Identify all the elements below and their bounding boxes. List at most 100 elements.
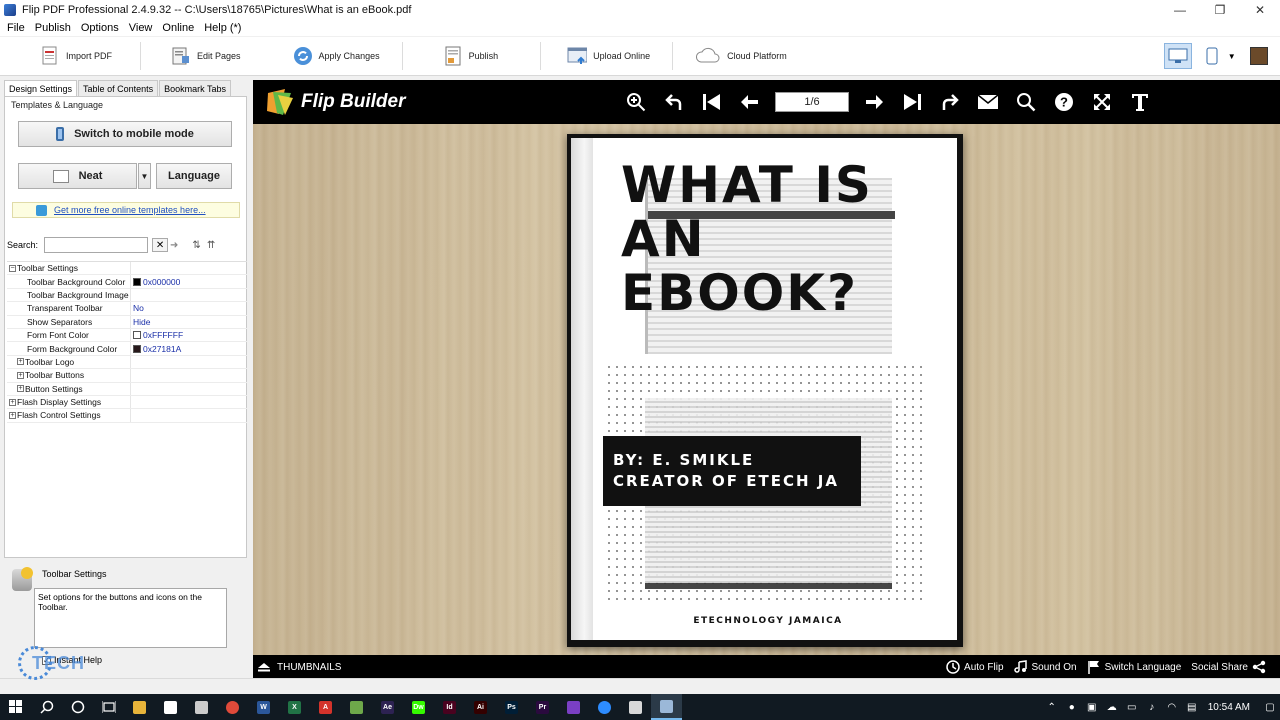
sound-button[interactable]: Sound On [1013,660,1077,674]
book-cover[interactable]: WHAT IS AN EBOOK? BY: E. SMIKLE CREATOR … [567,134,963,647]
property-value[interactable]: No [131,303,247,313]
clear-search-icon[interactable]: ✕ [152,238,169,252]
tab-bookmark-tabs[interactable]: Bookmark Tabs [159,80,231,96]
switch-mobile-button[interactable]: Switch to mobile mode [18,121,232,147]
property-value[interactable]: Hide [131,317,247,327]
property-row[interactable]: + Toolbar Logo [7,355,247,370]
search-next-icon[interactable]: ➜ [170,240,178,251]
tab-table-of-contents[interactable]: Table of Contents [78,80,159,96]
expand-icon[interactable]: + [17,371,24,379]
publish-button[interactable]: Publish [443,41,498,71]
menu-publish[interactable]: Publish [30,22,76,34]
expand-icon[interactable]: + [17,385,24,393]
property-value[interactable]: 0x000000 [131,277,247,287]
menu-online[interactable]: Online [157,22,199,34]
taskbar-search-icon[interactable] [31,694,62,720]
taskbar-app-illustrator[interactable]: Ai [465,694,496,720]
expand-icon[interactable]: + [9,398,16,406]
import-pdf-button[interactable]: Import PDF [40,41,112,71]
taskbar-app-indesign[interactable]: Id [434,694,465,720]
upload-online-button[interactable]: Upload Online [567,41,650,71]
tab-design-settings[interactable]: Design Settings [4,80,78,96]
theme-icon[interactable] [1249,47,1268,65]
network-icon[interactable]: ◠ [1162,702,1182,713]
volume-icon[interactable]: ♪ [1142,702,1162,713]
restore-button[interactable]: ❐ [1200,0,1240,20]
view-dropdown-icon[interactable]: ▼ [1228,52,1236,61]
template-dropdown-button[interactable]: ▼ [138,163,151,189]
back-icon[interactable] [655,80,693,124]
taskbar-app-zoom[interactable] [589,694,620,720]
auto-flip-button[interactable]: Auto Flip [946,660,1004,674]
taskbar-app-word[interactable]: W [248,694,279,720]
text-icon[interactable] [1121,80,1159,124]
taskbar-clock[interactable]: 10:54 AM [1208,702,1250,713]
notifications-icon[interactable]: ▢ [1260,702,1280,713]
taskbar-app-store[interactable] [155,694,186,720]
property-row[interactable]: + Button Settings [7,382,247,396]
desktop-view-button[interactable] [1163,43,1192,69]
page-indicator[interactable]: 1/6 [775,92,849,112]
taskbar-app-flip-pdf-2[interactable] [651,694,682,720]
taskbar-app-excel[interactable]: X [279,694,310,720]
property-row[interactable]: Form Background Color 0x27181A [7,342,247,356]
start-button[interactable] [0,694,31,720]
property-row[interactable]: Transparent Toolbar No [7,302,247,316]
previous-page-icon[interactable] [731,80,769,124]
social-share-button[interactable]: Social Share [1191,660,1270,674]
menu-options[interactable]: Options [76,22,124,34]
battery-icon[interactable]: ▭ [1122,702,1142,713]
property-row[interactable]: + Flash Display Settings [7,395,247,410]
help-icon[interactable]: ? [1045,80,1083,124]
taskbar-app-flip-pdf-1[interactable] [620,694,651,720]
taskbar-app-dreamweaver[interactable]: Dw [403,694,434,720]
apply-changes-button[interactable]: Apply Changes [293,41,380,71]
expand-icon[interactable]: + [9,411,16,419]
cortana-icon[interactable] [62,694,93,720]
menu-view[interactable]: View [124,22,158,34]
taskbar-app-app-green[interactable] [341,694,372,720]
menu-file[interactable]: File [2,22,30,34]
taskbar-app-after-effects[interactable]: Ae [372,694,403,720]
search-icon[interactable] [1007,80,1045,124]
taskbar-app-file-explorer[interactable] [124,694,155,720]
mobile-view-button[interactable] [1198,43,1226,69]
edit-pages-button[interactable]: Edit Pages [171,41,241,71]
collapse-icon[interactable]: − [9,264,16,272]
expand-icon[interactable]: + [17,358,24,366]
tray-chevron-icon[interactable]: ⌃ [1042,702,1062,713]
taskbar-app-premiere[interactable]: Pr [527,694,558,720]
property-value[interactable]: 0x27181A [131,344,247,354]
thumbnails-button[interactable]: THUMBNAILS [257,662,341,673]
next-page-icon[interactable] [855,80,893,124]
switch-language-button[interactable]: Switch Language [1087,660,1181,674]
template-select-button[interactable]: Neat [18,163,137,189]
email-icon[interactable] [969,80,1007,124]
first-page-icon[interactable] [693,80,731,124]
sort-az-icon[interactable]: ⇅ [192,240,200,251]
property-value[interactable]: 0xFFFFFF [131,330,247,340]
taskbar-app-app-z[interactable] [186,694,217,720]
input-icon[interactable]: ▤ [1182,702,1202,713]
close-button[interactable]: ✕ [1240,0,1280,20]
property-row[interactable]: Show Separators Hide [7,315,247,329]
taskbar-app-chrome[interactable] [217,694,248,720]
cloud-platform-button[interactable]: Cloud Platform [695,41,787,71]
meet-now-icon[interactable]: ▣ [1082,702,1102,713]
language-button[interactable]: Language [156,163,232,189]
taskbar-app-photoshop[interactable]: Ps [496,694,527,720]
property-row[interactable]: Toolbar Background Image [7,288,247,303]
microphone-icon[interactable]: ● [1062,702,1082,713]
fullscreen-icon[interactable] [1083,80,1121,124]
sort-category-icon[interactable]: ⇈ [207,240,215,251]
share-forward-icon[interactable] [931,80,969,124]
minimize-button[interactable]: — [1160,0,1200,20]
property-row[interactable]: Form Font Color 0xFFFFFF [7,328,247,343]
taskbar-app-acrobat[interactable]: A [310,694,341,720]
zoom-in-icon[interactable] [617,80,655,124]
task-view-icon[interactable] [93,694,124,720]
more-templates-link[interactable]: Get more free online templates here... [54,205,206,215]
last-page-icon[interactable] [893,80,931,124]
property-row[interactable]: + Flash Control Settings [7,409,247,423]
menu-help[interactable]: Help (*) [199,22,246,34]
